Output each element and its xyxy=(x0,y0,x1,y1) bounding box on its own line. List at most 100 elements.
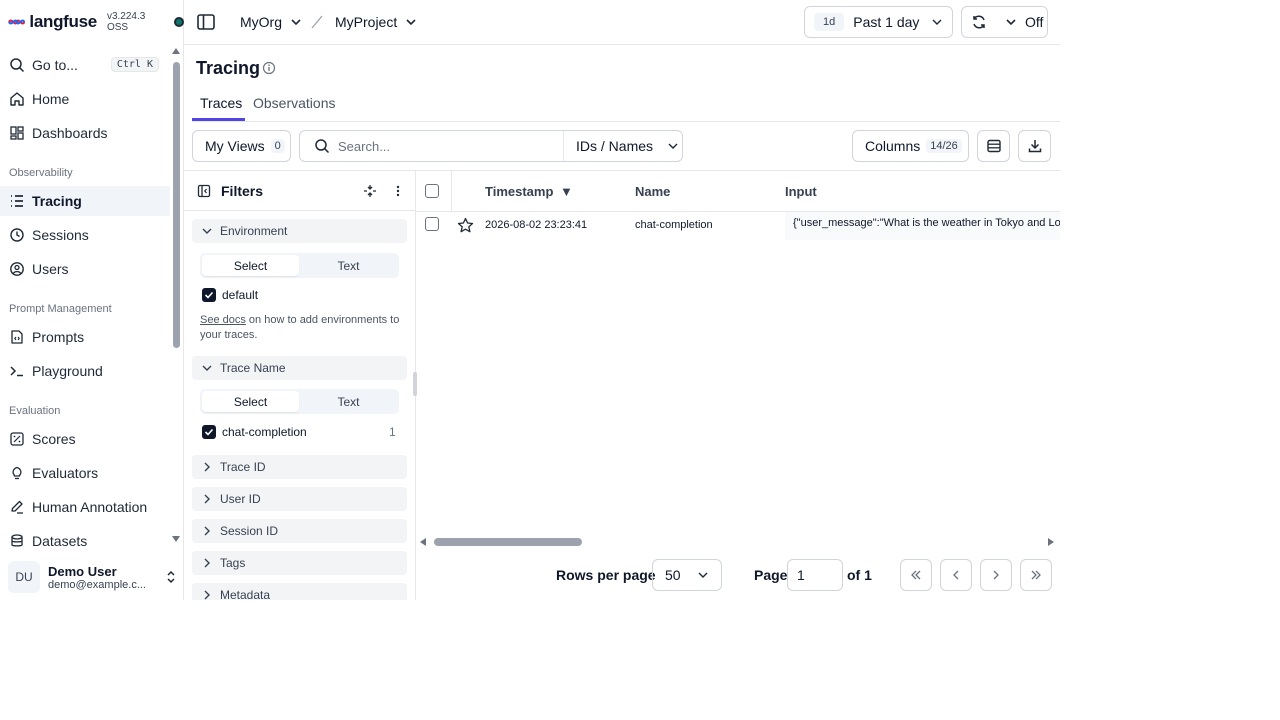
sidebar-item-prompts[interactable]: Prompts xyxy=(0,322,170,352)
filter-section-trace-name[interactable]: Trace Name xyxy=(192,356,407,380)
project-switcher[interactable]: MyProject xyxy=(335,14,417,30)
row-density-button[interactable] xyxy=(977,130,1010,162)
sidebar-item-datasets[interactable]: Datasets xyxy=(0,526,170,548)
select-all-checkbox[interactable] xyxy=(425,184,439,198)
page-label: Page xyxy=(754,567,788,583)
avatar: DU xyxy=(8,561,40,593)
last-page-button[interactable] xyxy=(1020,559,1052,591)
sidebar-item-dashboards[interactable]: Dashboards xyxy=(0,118,170,148)
sidebar-item-label: Scores xyxy=(32,431,76,447)
sidebar-item-playground[interactable]: Playground xyxy=(0,356,170,386)
clock-icon xyxy=(10,228,24,242)
mode-select-option[interactable]: Select xyxy=(202,255,299,276)
check-icon xyxy=(204,428,214,436)
tab-traces[interactable]: Traces xyxy=(200,95,242,111)
row-checkbox[interactable] xyxy=(425,217,439,231)
trace-name-option-count: 1 xyxy=(389,425,396,439)
database-icon xyxy=(11,534,23,547)
scroll-left-arrow-icon[interactable] xyxy=(420,538,426,546)
scroll-thumb[interactable] xyxy=(173,62,180,348)
brand-name: langfuse xyxy=(29,12,97,31)
app-window: langfuse v3.224.3 OSS Go to... Ctrl K Ho… xyxy=(0,0,1060,600)
logo-row[interactable]: langfuse v3.224.3 OSS xyxy=(0,0,185,44)
sidebar-item-goto[interactable]: Go to... Ctrl K xyxy=(0,50,170,80)
chevrons-up-down-icon xyxy=(167,570,175,584)
trace-name-mode-toggle: Select Text xyxy=(200,389,399,414)
scroll-down-arrow-icon[interactable] xyxy=(172,536,180,542)
search-mode-select[interactable]: IDs / Names xyxy=(563,131,683,161)
more-vertical-icon[interactable] xyxy=(391,184,405,198)
star-icon[interactable] xyxy=(457,217,474,234)
mode-text-option[interactable]: Text xyxy=(300,255,397,276)
trace-name-option-checkbox[interactable] xyxy=(202,425,216,439)
scroll-up-arrow-icon[interactable] xyxy=(172,48,180,54)
sidebar-item-label: Human Annotation xyxy=(32,499,148,515)
sidebar-item-evaluators[interactable]: Evaluators xyxy=(0,458,170,488)
sidebar-item-users[interactable]: Users xyxy=(0,254,170,284)
download-icon xyxy=(1028,140,1041,153)
percent-square-icon xyxy=(10,432,24,446)
section-observability: Observability xyxy=(9,167,73,179)
chevron-left-icon xyxy=(953,570,959,580)
sidebar-item-home[interactable]: Home xyxy=(0,84,170,114)
filter-section-trace-id[interactable]: Trace ID xyxy=(192,455,407,479)
table-horizontal-scrollbar[interactable] xyxy=(416,535,1060,549)
lightbulb-icon xyxy=(12,466,22,480)
previous-page-button[interactable] xyxy=(940,559,972,591)
time-range-select[interactable]: 1d Past 1 day xyxy=(804,6,953,38)
chevron-down-icon xyxy=(698,572,708,578)
filter-section-metadata[interactable]: Metadata xyxy=(192,583,407,600)
auto-refresh-control[interactable]: Off xyxy=(961,6,1048,38)
section-evaluation: Evaluation xyxy=(9,405,61,417)
org-switcher[interactable]: MyOrg xyxy=(240,14,302,30)
column-header-timestamp[interactable]: Timestamp ▼ xyxy=(485,184,573,199)
scroll-thumb[interactable] xyxy=(434,538,582,546)
page-title: Tracing xyxy=(196,58,261,78)
rows-per-page-select[interactable]: 50 xyxy=(652,559,722,591)
download-button[interactable] xyxy=(1018,130,1051,162)
mode-text-option[interactable]: Text xyxy=(300,391,397,412)
see-docs-link[interactable]: See docs xyxy=(200,314,246,326)
filter-section-label: User ID xyxy=(220,492,261,506)
panel-collapse-icon[interactable] xyxy=(197,184,211,198)
sidebar-scrollbar[interactable] xyxy=(171,48,181,548)
cell-input[interactable]: {"user_message":"What is the weather in … xyxy=(785,212,1060,240)
range-label: Past 1 day xyxy=(853,14,920,30)
column-header-name[interactable]: Name xyxy=(635,184,670,199)
views-count-badge: 0 xyxy=(270,139,285,153)
first-page-button[interactable] xyxy=(900,559,932,591)
info-icon[interactable] xyxy=(262,61,276,75)
scroll-right-arrow-icon[interactable] xyxy=(1048,538,1054,546)
column-header-input[interactable]: Input xyxy=(785,184,817,199)
sidebar-item-scores[interactable]: Scores xyxy=(0,424,170,454)
chevrons-left-icon xyxy=(911,570,921,580)
filter-section-tags[interactable]: Tags xyxy=(192,551,407,575)
mode-select-option[interactable]: Select xyxy=(202,391,299,412)
environment-option-label: default xyxy=(222,288,259,302)
columns-button[interactable]: Columns 14/26 xyxy=(852,130,969,162)
sidebar-item-label: Tracing xyxy=(32,193,82,209)
tab-observations[interactable]: Observations xyxy=(253,95,335,111)
expand-collapse-icon[interactable] xyxy=(363,184,377,198)
search-input[interactable] xyxy=(338,138,558,154)
section-prompt-management: Prompt Management xyxy=(9,303,112,315)
user-email: demo@example.c... xyxy=(48,578,146,591)
sidebar-item-tracing[interactable]: Tracing xyxy=(0,186,170,216)
sidebar-item-human-annotation[interactable]: Human Annotation xyxy=(0,492,170,522)
my-views-button[interactable]: My Views 0 xyxy=(192,130,291,162)
list-tree-icon xyxy=(11,195,23,207)
user-menu[interactable]: DU Demo User demo@example.c... xyxy=(0,554,184,600)
chevron-right-icon xyxy=(993,570,999,580)
next-page-button[interactable] xyxy=(980,559,1012,591)
filter-section-user-id[interactable]: User ID xyxy=(192,487,407,511)
filter-section-environment[interactable]: Environment xyxy=(192,219,407,243)
chevron-down-icon xyxy=(202,228,212,234)
refresh-icon[interactable] xyxy=(971,14,987,30)
sidebar-item-sessions[interactable]: Sessions xyxy=(0,220,170,250)
environment-default-checkbox[interactable] xyxy=(202,288,216,302)
columns-label: Columns xyxy=(865,138,921,154)
toggle-sidebar-button[interactable] xyxy=(196,12,216,32)
chevron-down-icon[interactable] xyxy=(1005,16,1017,28)
page-number-input[interactable] xyxy=(787,559,843,591)
filter-section-session-id[interactable]: Session ID xyxy=(192,519,407,543)
